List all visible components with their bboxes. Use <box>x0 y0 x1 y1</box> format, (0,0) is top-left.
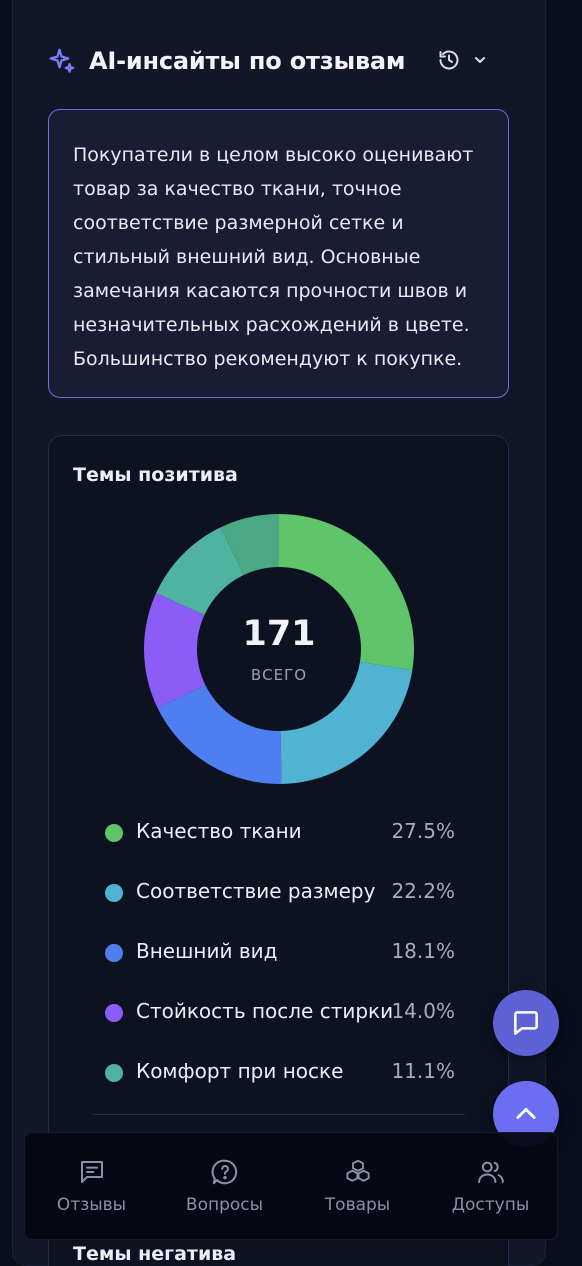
ai-summary-box: Покупатели в целом высоко оценивают това… <box>48 109 509 398</box>
bottom-navigation: Отзывы Вопросы Товары Доступы <box>24 1132 558 1240</box>
nav-item-questions[interactable]: Вопросы <box>158 1133 291 1239</box>
legend-percent: 22.2% <box>391 879 455 903</box>
legend-percent: 18.1% <box>391 939 455 963</box>
legend-label: Стойкость после стирки <box>136 999 394 1023</box>
sparkle-icon <box>49 48 75 73</box>
section-divider <box>93 1114 465 1115</box>
legend-dot <box>105 944 123 962</box>
nav-item-products[interactable]: Товары <box>291 1133 424 1239</box>
nav-label: Вопросы <box>185 1195 264 1215</box>
page-title: AI-инсайты по отзывам <box>89 47 406 75</box>
legend-label: Соответствие размеру <box>136 879 376 903</box>
history-icon <box>439 50 459 70</box>
legend-dot <box>105 884 123 902</box>
history-dropdown[interactable] <box>437 48 487 72</box>
questions-icon <box>211 1159 237 1185</box>
legend-item: Комфорт при носке 11.1% <box>105 1056 455 1116</box>
legend-percent: 11.1% <box>391 1059 455 1083</box>
total-count: 171 <box>242 614 316 654</box>
nav-label: Товары <box>324 1195 391 1215</box>
legend-dot <box>105 1004 123 1022</box>
chat-icon <box>514 1011 538 1035</box>
donut-slice <box>157 684 282 784</box>
negative-themes-title: Темы негатива <box>73 1243 237 1265</box>
products-icon <box>345 1159 370 1182</box>
legend-item: Внешний вид 18.1% <box>105 936 455 996</box>
positive-themes-title: Темы позитива <box>73 464 238 486</box>
chat-button[interactable] <box>493 990 559 1056</box>
legend-dot <box>105 824 123 842</box>
chevron-up-icon <box>516 1107 536 1119</box>
legend-label: Комфорт при носке <box>136 1059 344 1083</box>
reviews-icon <box>80 1161 103 1183</box>
access-icon <box>477 1161 504 1183</box>
legend-percent: 14.0% <box>391 999 455 1023</box>
positive-themes-legend: Качество ткани 27.5% Соответствие размер… <box>105 816 455 1116</box>
nav-label: Отзывы <box>56 1195 127 1215</box>
nav-item-access[interactable]: Доступы <box>424 1133 557 1239</box>
legend-dot <box>105 1064 123 1082</box>
legend-item: Качество ткани 27.5% <box>105 816 455 876</box>
legend-item: Соответствие размеру 22.2% <box>105 876 455 936</box>
legend-item: Стойкость после стирки 14.0% <box>105 996 455 1056</box>
nav-label: Доступы <box>451 1195 530 1215</box>
legend-label: Внешний вид <box>136 939 278 963</box>
ai-summary-text: Покупатели в целом высоко оценивают това… <box>73 144 474 370</box>
legend-percent: 27.5% <box>391 819 455 843</box>
insights-header: AI-инсайты по отзывам <box>47 44 502 78</box>
legend-label: Качество ткани <box>136 819 302 843</box>
nav-item-reviews[interactable]: Отзывы <box>25 1133 158 1239</box>
chevron-down-icon <box>475 57 485 63</box>
total-label: ВСЕГО <box>250 666 308 684</box>
